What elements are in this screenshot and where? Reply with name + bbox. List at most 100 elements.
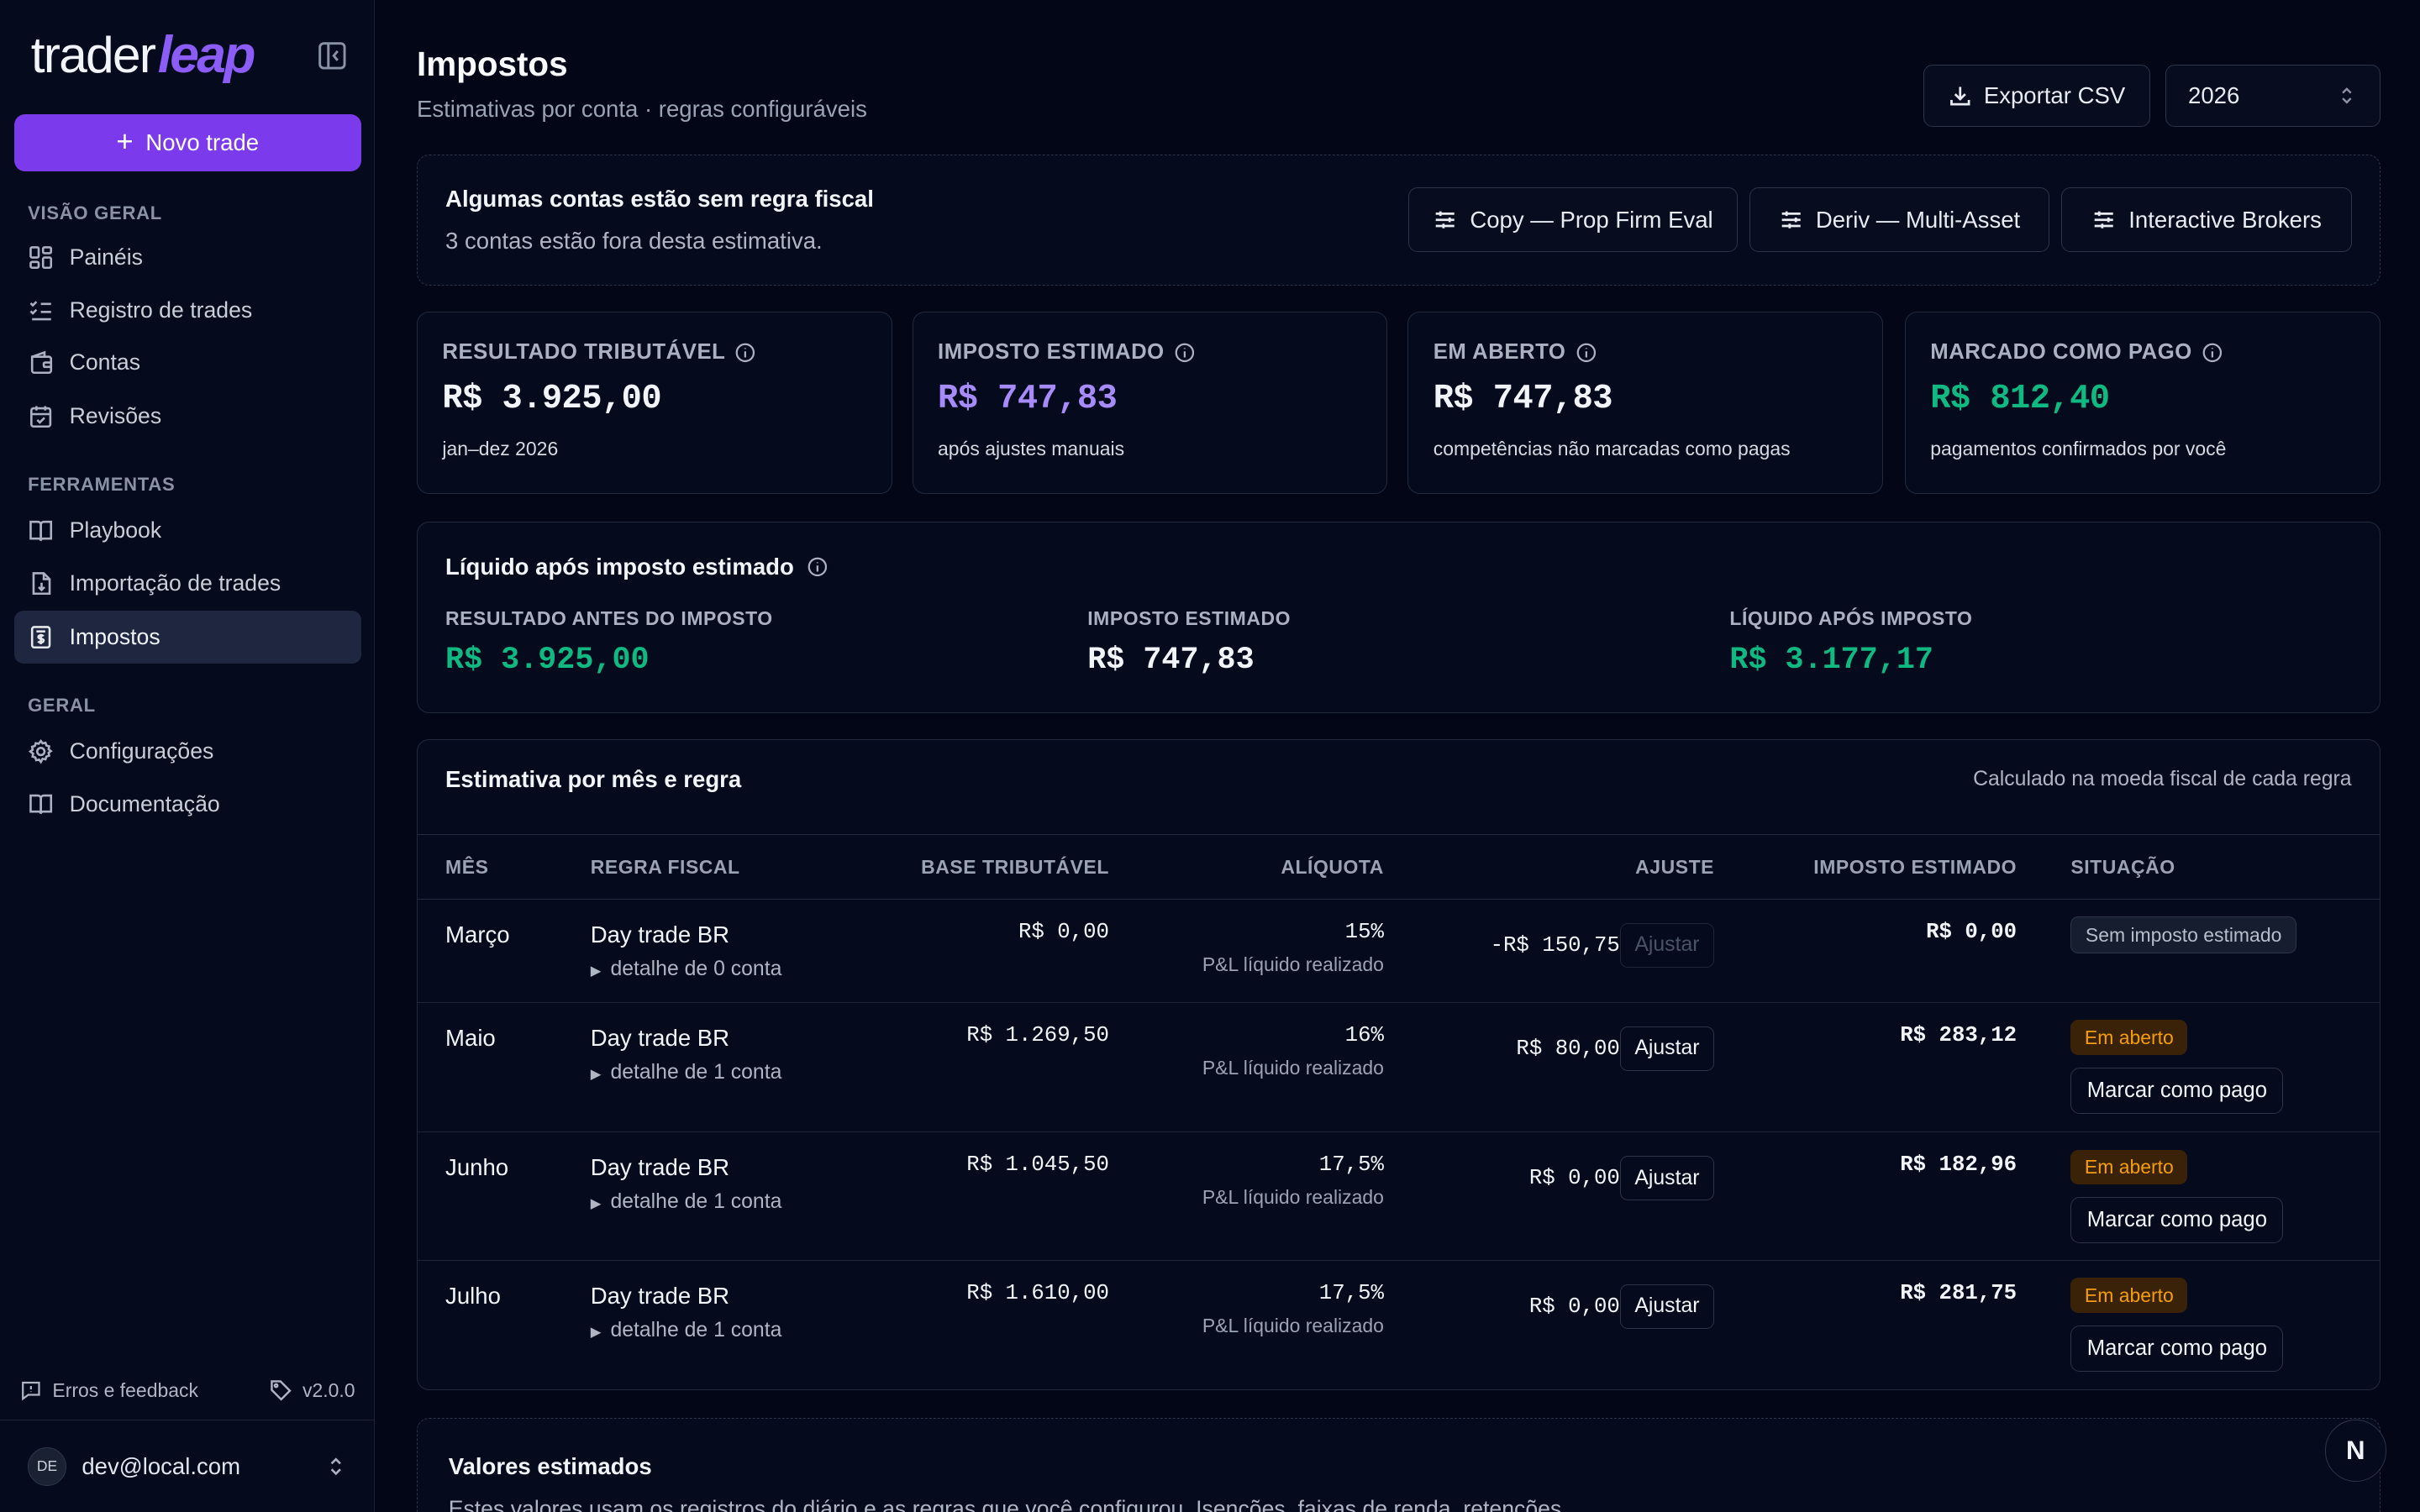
table-row: Julho Day trade BR ▶ detalhe de 1 conta R$… — [418, 1260, 2380, 1389]
after-tax-value: R$ 3.177,17 — [1729, 643, 1933, 679]
status-badge: Em aberto — [2070, 1278, 2188, 1313]
row-detail-toggle[interactable]: ▶ detalhe de 1 conta — [591, 1319, 823, 1342]
net-title: Líquido após imposto estimado — [445, 553, 794, 580]
page-subtitle: Estimativas por conta · regras configurá… — [416, 95, 867, 122]
row-detail: detalhe de 1 conta — [610, 1318, 782, 1341]
feedback-label: Erros e feedback — [52, 1378, 198, 1401]
sidebar-item-impostos[interactable]: Impostos — [13, 611, 361, 664]
file-import-icon — [32, 571, 51, 595]
account-rule-button[interactable]: Interactive Brokers — [2061, 187, 2352, 253]
kpi-sub: após ajustes manuais — [938, 437, 1125, 459]
after-tax-label: LÍQUIDO APÓS IMPOSTO — [1729, 606, 1973, 629]
download-icon — [1949, 87, 1970, 106]
row-tax: R$ 283,12 — [1714, 1002, 2018, 1133]
sidebar-item-documentacao[interactable]: Documentação — [14, 778, 361, 830]
sidebar-item-label: Configurações — [69, 738, 214, 764]
calendar-check-icon — [30, 406, 52, 428]
new-trade-button[interactable]: + Novo trade — [13, 113, 361, 171]
user-menu[interactable]: DE dev@local.com — [0, 1420, 376, 1512]
app-logo[interactable]: trader leap — [30, 24, 256, 85]
info-icon[interactable] — [1576, 342, 1597, 364]
sidebar-item-label: Playbook — [69, 517, 162, 543]
tag-icon — [270, 1380, 292, 1402]
version-badge: v2.0.0 — [269, 1378, 355, 1402]
status-badge: Em aberto — [2070, 1020, 2188, 1056]
gear-icon — [29, 738, 53, 764]
kpi-sub: pagamentos confirmados por você — [1930, 437, 2227, 459]
plus-icon: + — [116, 125, 134, 159]
account-label: Interactive Brokers — [2128, 206, 2322, 233]
sidebar-item-playbook[interactable]: Playbook — [14, 505, 361, 557]
sliders-icon — [1435, 211, 1455, 228]
sidebar-item-revisoes[interactable]: Revisões — [14, 391, 361, 443]
row-detail-toggle[interactable]: ▶ detalhe de 1 conta — [591, 1061, 823, 1084]
row-month: Julho — [445, 1282, 501, 1309]
kpi-value: R$ 747,83 — [938, 380, 1118, 419]
row-rule: Day trade BR — [590, 1282, 730, 1309]
mark-paid-button[interactable]: Marcar como pago — [2070, 1325, 2284, 1372]
row-detail-toggle[interactable]: ▶ detalhe de 0 conta — [591, 958, 823, 981]
sidebar-item-configuracoes[interactable]: Configurações — [14, 725, 361, 777]
floating-action-button[interactable]: N — [2324, 1420, 2386, 1482]
banner-text: 3 contas estão fora desta estimativa. — [445, 228, 823, 255]
avatar: DE — [28, 1446, 66, 1486]
row-rate-basis: P&L líquido realizado — [1202, 1057, 1384, 1079]
table-note: Calculado na moeda fiscal de cada regra — [1973, 767, 2352, 790]
kpi-value: R$ 812,40 — [1930, 380, 2110, 419]
sidebar-item-registro[interactable]: Registro de trades — [14, 284, 361, 336]
receipt-dollar-icon — [30, 626, 51, 649]
wallet-icon — [30, 350, 53, 375]
message-icon — [21, 1382, 40, 1401]
adjust-button[interactable]: Ajustar — [1619, 1156, 1715, 1201]
year-select[interactable]: 2026 — [2165, 65, 2381, 127]
year-value: 2026 — [2188, 81, 2240, 108]
sidebar: trader leap + Novo trade VISÃO GERAL Pai… — [0, 0, 376, 1512]
adjust-button[interactable]: Ajustar — [1619, 1026, 1715, 1071]
book-open-icon — [29, 521, 53, 542]
row-adjust: R$ 0,00 — [1528, 1166, 1620, 1191]
adjust-button[interactable]: Ajustar — [1619, 922, 1715, 968]
sidebar-item-label: Painéis — [69, 244, 143, 270]
row-rate: 17,5% — [1318, 1280, 1384, 1305]
sidebar-item-contas[interactable]: Contas — [14, 336, 361, 388]
sidebar-item-importacao[interactable]: Importação de trades — [14, 557, 361, 609]
mark-paid-button[interactable]: Marcar como pago — [2070, 1067, 2284, 1114]
info-icon[interactable] — [734, 342, 756, 364]
col-tax: IMPOSTO ESTIMADO — [1714, 834, 2018, 900]
row-base: R$ 0,00 — [822, 899, 1109, 1004]
kpi-label: IMPOSTO ESTIMADO — [938, 340, 1165, 365]
estimate-table: MÊS REGRA FISCAL BASE TRIBUTÁVEL ALÍQUOT… — [417, 833, 2380, 1389]
book-icon — [29, 795, 53, 815]
sidebar-item-paineis[interactable]: Painéis — [14, 232, 361, 284]
missing-rule-banner: Algumas contas estão sem regra fiscal 3 … — [416, 154, 2381, 286]
chevron-updown-icon — [2342, 87, 2352, 104]
tax-label: IMPOSTO ESTIMADO — [1087, 606, 1292, 629]
row-adjust: -R$ 150,75 — [1490, 932, 1620, 958]
col-month: MÊS — [417, 834, 591, 900]
account-rule-button[interactable]: Deriv — Multi-Asset — [1749, 187, 2049, 253]
row-detail: detalhe de 1 conta — [610, 1060, 782, 1084]
before-tax-value: R$ 3.925,00 — [445, 643, 650, 679]
account-rule-button[interactable]: Copy — Prop Firm Eval — [1408, 187, 1738, 253]
row-rule: Day trade BR — [590, 1024, 730, 1051]
sliders-icon — [2094, 211, 2113, 228]
sidebar-item-label: Documentação — [69, 790, 220, 816]
row-base: R$ 1.269,50 — [822, 1002, 1109, 1133]
adjust-button[interactable]: Ajustar — [1619, 1284, 1715, 1329]
row-rate: 17,5% — [1318, 1152, 1384, 1178]
export-csv-button[interactable]: Exportar CSV — [1923, 65, 2150, 127]
info-icon[interactable] — [807, 556, 829, 578]
row-rule: Day trade BR — [590, 921, 730, 948]
row-detail-toggle[interactable]: ▶ detalhe de 1 conta — [591, 1190, 823, 1214]
col-rule: REGRA FISCAL — [590, 834, 823, 900]
main-content: Impostos Estimativas por conta · regras … — [416, 0, 2381, 1512]
row-adjust: R$ 80,00 — [1516, 1036, 1620, 1061]
export-label: Exportar CSV — [1983, 81, 2126, 108]
mark-paid-button[interactable]: Marcar como pago — [2070, 1197, 2284, 1244]
info-icon[interactable] — [1174, 342, 1196, 364]
sidebar-collapse-icon[interactable] — [317, 40, 348, 71]
monthly-estimate-card: Estimativa por mês e regra Calculado na … — [416, 738, 2381, 1391]
feedback-link[interactable]: Erros e feedback — [20, 1379, 198, 1402]
logo-text: trader — [30, 26, 156, 84]
info-icon[interactable] — [2202, 342, 2223, 364]
